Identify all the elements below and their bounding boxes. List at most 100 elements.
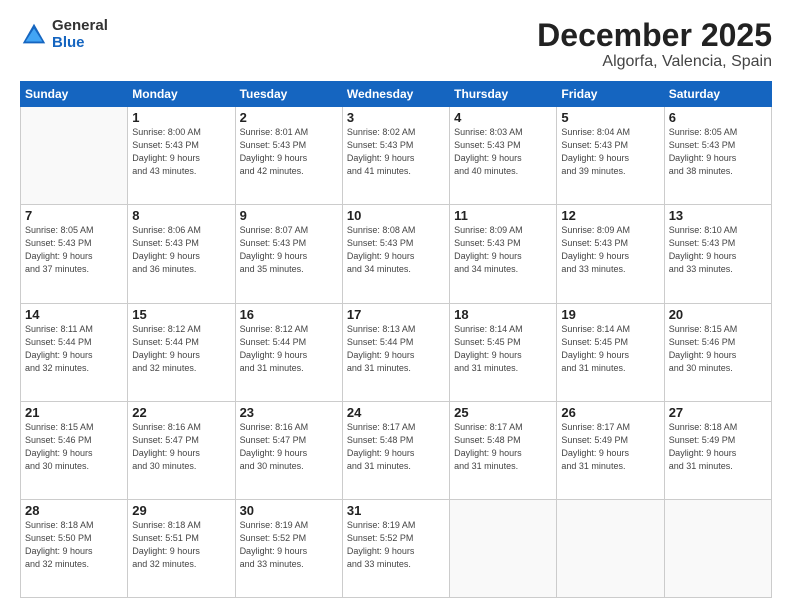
calendar-table: Sunday Monday Tuesday Wednesday Thursday… bbox=[20, 81, 772, 598]
calendar-subtitle: Algorfa, Valencia, Spain bbox=[537, 53, 772, 71]
day-number: 25 bbox=[454, 405, 552, 420]
table-row: 27Sunrise: 8:18 AMSunset: 5:49 PMDayligh… bbox=[664, 401, 771, 499]
table-row: 7Sunrise: 8:05 AMSunset: 5:43 PMDaylight… bbox=[21, 205, 128, 303]
day-number: 22 bbox=[132, 405, 230, 420]
table-row bbox=[21, 107, 128, 205]
day-info: Sunrise: 8:15 AMSunset: 5:46 PMDaylight:… bbox=[669, 323, 767, 375]
day-info: Sunrise: 8:16 AMSunset: 5:47 PMDaylight:… bbox=[132, 421, 230, 473]
table-row: 12Sunrise: 8:09 AMSunset: 5:43 PMDayligh… bbox=[557, 205, 664, 303]
day-info: Sunrise: 8:05 AMSunset: 5:43 PMDaylight:… bbox=[669, 126, 767, 178]
table-row: 5Sunrise: 8:04 AMSunset: 5:43 PMDaylight… bbox=[557, 107, 664, 205]
header-friday: Friday bbox=[557, 82, 664, 107]
header-thursday: Thursday bbox=[450, 82, 557, 107]
day-info: Sunrise: 8:04 AMSunset: 5:43 PMDaylight:… bbox=[561, 126, 659, 178]
calendar-week-row: 14Sunrise: 8:11 AMSunset: 5:44 PMDayligh… bbox=[21, 303, 772, 401]
day-info: Sunrise: 8:05 AMSunset: 5:43 PMDaylight:… bbox=[25, 224, 123, 276]
day-info: Sunrise: 8:12 AMSunset: 5:44 PMDaylight:… bbox=[132, 323, 230, 375]
day-info: Sunrise: 8:09 AMSunset: 5:43 PMDaylight:… bbox=[561, 224, 659, 276]
day-number: 2 bbox=[240, 110, 338, 125]
day-info: Sunrise: 8:17 AMSunset: 5:48 PMDaylight:… bbox=[454, 421, 552, 473]
day-number: 15 bbox=[132, 307, 230, 322]
table-row bbox=[557, 499, 664, 597]
table-row: 9Sunrise: 8:07 AMSunset: 5:43 PMDaylight… bbox=[235, 205, 342, 303]
table-row: 30Sunrise: 8:19 AMSunset: 5:52 PMDayligh… bbox=[235, 499, 342, 597]
day-number: 23 bbox=[240, 405, 338, 420]
header: General Blue December 2025 Algorfa, Vale… bbox=[20, 18, 772, 71]
table-row bbox=[664, 499, 771, 597]
day-number: 10 bbox=[347, 208, 445, 223]
calendar-week-row: 1Sunrise: 8:00 AMSunset: 5:43 PMDaylight… bbox=[21, 107, 772, 205]
day-number: 8 bbox=[132, 208, 230, 223]
day-number: 20 bbox=[669, 307, 767, 322]
day-number: 31 bbox=[347, 503, 445, 518]
table-row: 10Sunrise: 8:08 AMSunset: 5:43 PMDayligh… bbox=[342, 205, 449, 303]
day-number: 26 bbox=[561, 405, 659, 420]
table-row: 16Sunrise: 8:12 AMSunset: 5:44 PMDayligh… bbox=[235, 303, 342, 401]
table-row: 3Sunrise: 8:02 AMSunset: 5:43 PMDaylight… bbox=[342, 107, 449, 205]
header-tuesday: Tuesday bbox=[235, 82, 342, 107]
day-info: Sunrise: 8:14 AMSunset: 5:45 PMDaylight:… bbox=[454, 323, 552, 375]
table-row: 21Sunrise: 8:15 AMSunset: 5:46 PMDayligh… bbox=[21, 401, 128, 499]
day-number: 19 bbox=[561, 307, 659, 322]
day-info: Sunrise: 8:15 AMSunset: 5:46 PMDaylight:… bbox=[25, 421, 123, 473]
calendar-week-row: 7Sunrise: 8:05 AMSunset: 5:43 PMDaylight… bbox=[21, 205, 772, 303]
table-row: 20Sunrise: 8:15 AMSunset: 5:46 PMDayligh… bbox=[664, 303, 771, 401]
table-row: 26Sunrise: 8:17 AMSunset: 5:49 PMDayligh… bbox=[557, 401, 664, 499]
day-info: Sunrise: 8:08 AMSunset: 5:43 PMDaylight:… bbox=[347, 224, 445, 276]
day-info: Sunrise: 8:03 AMSunset: 5:43 PMDaylight:… bbox=[454, 126, 552, 178]
day-info: Sunrise: 8:09 AMSunset: 5:43 PMDaylight:… bbox=[454, 224, 552, 276]
day-number: 11 bbox=[454, 208, 552, 223]
logo: General Blue bbox=[20, 18, 108, 51]
table-row: 6Sunrise: 8:05 AMSunset: 5:43 PMDaylight… bbox=[664, 107, 771, 205]
day-number: 30 bbox=[240, 503, 338, 518]
day-info: Sunrise: 8:02 AMSunset: 5:43 PMDaylight:… bbox=[347, 126, 445, 178]
day-number: 24 bbox=[347, 405, 445, 420]
table-row: 11Sunrise: 8:09 AMSunset: 5:43 PMDayligh… bbox=[450, 205, 557, 303]
table-row: 29Sunrise: 8:18 AMSunset: 5:51 PMDayligh… bbox=[128, 499, 235, 597]
day-number: 17 bbox=[347, 307, 445, 322]
day-number: 7 bbox=[25, 208, 123, 223]
table-row: 25Sunrise: 8:17 AMSunset: 5:48 PMDayligh… bbox=[450, 401, 557, 499]
logo-general-text: General bbox=[52, 18, 108, 35]
calendar-week-row: 28Sunrise: 8:18 AMSunset: 5:50 PMDayligh… bbox=[21, 499, 772, 597]
day-info: Sunrise: 8:06 AMSunset: 5:43 PMDaylight:… bbox=[132, 224, 230, 276]
table-row: 4Sunrise: 8:03 AMSunset: 5:43 PMDaylight… bbox=[450, 107, 557, 205]
weekday-header-row: Sunday Monday Tuesday Wednesday Thursday… bbox=[21, 82, 772, 107]
page: General Blue December 2025 Algorfa, Vale… bbox=[0, 0, 792, 612]
day-number: 16 bbox=[240, 307, 338, 322]
table-row: 18Sunrise: 8:14 AMSunset: 5:45 PMDayligh… bbox=[450, 303, 557, 401]
day-number: 9 bbox=[240, 208, 338, 223]
header-sunday: Sunday bbox=[21, 82, 128, 107]
day-number: 12 bbox=[561, 208, 659, 223]
calendar-title: December 2025 bbox=[537, 18, 772, 53]
day-number: 14 bbox=[25, 307, 123, 322]
table-row: 14Sunrise: 8:11 AMSunset: 5:44 PMDayligh… bbox=[21, 303, 128, 401]
table-row: 15Sunrise: 8:12 AMSunset: 5:44 PMDayligh… bbox=[128, 303, 235, 401]
day-info: Sunrise: 8:18 AMSunset: 5:49 PMDaylight:… bbox=[669, 421, 767, 473]
day-info: Sunrise: 8:14 AMSunset: 5:45 PMDaylight:… bbox=[561, 323, 659, 375]
calendar-week-row: 21Sunrise: 8:15 AMSunset: 5:46 PMDayligh… bbox=[21, 401, 772, 499]
day-info: Sunrise: 8:12 AMSunset: 5:44 PMDaylight:… bbox=[240, 323, 338, 375]
day-info: Sunrise: 8:13 AMSunset: 5:44 PMDaylight:… bbox=[347, 323, 445, 375]
table-row: 31Sunrise: 8:19 AMSunset: 5:52 PMDayligh… bbox=[342, 499, 449, 597]
day-info: Sunrise: 8:17 AMSunset: 5:49 PMDaylight:… bbox=[561, 421, 659, 473]
day-number: 13 bbox=[669, 208, 767, 223]
table-row: 1Sunrise: 8:00 AMSunset: 5:43 PMDaylight… bbox=[128, 107, 235, 205]
header-monday: Monday bbox=[128, 82, 235, 107]
table-row: 19Sunrise: 8:14 AMSunset: 5:45 PMDayligh… bbox=[557, 303, 664, 401]
table-row: 23Sunrise: 8:16 AMSunset: 5:47 PMDayligh… bbox=[235, 401, 342, 499]
header-wednesday: Wednesday bbox=[342, 82, 449, 107]
table-row bbox=[450, 499, 557, 597]
day-number: 5 bbox=[561, 110, 659, 125]
table-row: 28Sunrise: 8:18 AMSunset: 5:50 PMDayligh… bbox=[21, 499, 128, 597]
day-info: Sunrise: 8:19 AMSunset: 5:52 PMDaylight:… bbox=[347, 519, 445, 571]
day-number: 28 bbox=[25, 503, 123, 518]
day-number: 18 bbox=[454, 307, 552, 322]
day-info: Sunrise: 8:17 AMSunset: 5:48 PMDaylight:… bbox=[347, 421, 445, 473]
day-info: Sunrise: 8:18 AMSunset: 5:51 PMDaylight:… bbox=[132, 519, 230, 571]
table-row: 2Sunrise: 8:01 AMSunset: 5:43 PMDaylight… bbox=[235, 107, 342, 205]
day-number: 21 bbox=[25, 405, 123, 420]
logo-icon bbox=[20, 21, 48, 49]
day-info: Sunrise: 8:07 AMSunset: 5:43 PMDaylight:… bbox=[240, 224, 338, 276]
day-number: 29 bbox=[132, 503, 230, 518]
